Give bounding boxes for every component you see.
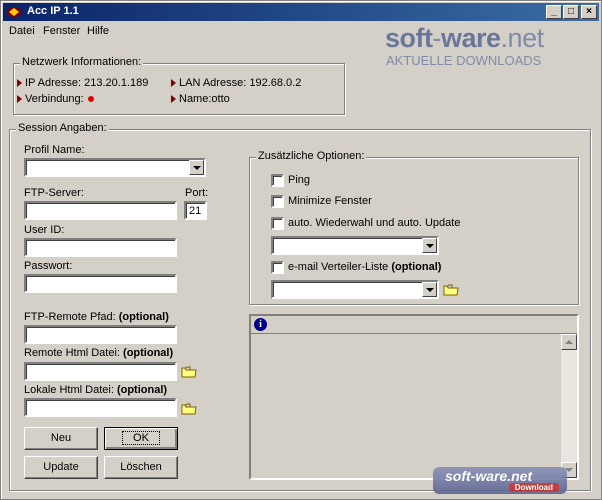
remote-path-label: FTP-Remote Pfad:	[24, 311, 116, 323]
auto-redial-label: auto. Wiederwahl und auto. Update	[288, 217, 461, 229]
minimize-button[interactable]: _	[546, 5, 562, 19]
window-title: Acc IP 1.1	[27, 5, 79, 17]
watermark-main: soft-ware.net	[385, 23, 544, 54]
minimize-checkbox[interactable]	[271, 195, 284, 208]
remote-path-label-row: FTP-Remote Pfad: (optional)	[24, 311, 169, 323]
connection-status-icon	[87, 96, 94, 102]
update-button[interactable]: Update	[24, 456, 98, 479]
remote-html-label-row: Remote Html Datei: (optional)	[24, 347, 173, 359]
ok-button[interactable]: OK	[104, 427, 178, 450]
user-id-label: User ID:	[24, 224, 65, 236]
ip-label: IP Adresse:	[25, 77, 82, 89]
watermark-badge-text: soft-ware.net	[445, 468, 533, 484]
ok-button-label: OK	[122, 431, 160, 445]
network-group-label: Netzwerk Informationen:	[20, 56, 144, 68]
new-button[interactable]: Neu	[24, 427, 98, 450]
watermark-badge-sub: Download	[508, 483, 559, 492]
watermark-subtitle: AKTUELLE DOWNLOADS	[386, 53, 542, 68]
port-input[interactable]	[184, 201, 207, 220]
info-panel: i	[249, 314, 579, 480]
ip-address-row: IP Adresse: 213.20.1.189	[17, 77, 148, 89]
folder-browse-icon[interactable]	[443, 283, 459, 296]
arrow-icon	[17, 79, 22, 87]
email-list-label: e-mail Verteiler-Liste	[288, 261, 389, 273]
email-list-select[interactable]	[271, 280, 439, 299]
lan-label: LAN Adresse:	[179, 77, 247, 89]
email-list-label-row: e-mail Verteiler-Liste (optional)	[288, 261, 441, 273]
arrow-icon	[171, 79, 176, 87]
ftp-server-input[interactable]	[24, 201, 177, 220]
remote-html-optional: (optional)	[123, 347, 174, 359]
maximize-button[interactable]: □	[563, 5, 579, 19]
ftp-server-label: FTP-Server:	[24, 187, 84, 199]
watermark-logo: soft-ware.net AKTUELLE DOWNLOADS	[385, 23, 597, 71]
profile-select[interactable]	[24, 158, 206, 177]
menu-hilfe[interactable]: Hilfe	[87, 25, 109, 37]
options-group-label: Zusätzliche Optionen:	[256, 150, 367, 162]
title-bar[interactable]: Acc IP 1.1 _ □ ×	[3, 3, 599, 21]
arrow-icon	[171, 95, 176, 103]
menu-fenster[interactable]: Fenster	[43, 25, 80, 37]
arrow-icon	[17, 95, 22, 103]
dropdown-arrow-icon[interactable]	[422, 282, 437, 297]
info-panel-header: i	[251, 316, 577, 334]
minimize-label: Minimize Fenster	[288, 195, 372, 207]
app-logo-icon	[7, 7, 21, 17]
info-icon: i	[254, 318, 267, 331]
connection-label: Verbindung:	[25, 93, 84, 105]
local-html-input[interactable]	[24, 398, 177, 417]
menu-datei[interactable]: Datei	[9, 25, 35, 37]
ip-value: 213.20.1.189	[84, 77, 149, 89]
info-scrollbar[interactable]	[561, 334, 577, 478]
password-input[interactable]	[24, 274, 177, 293]
watermark-sep: -	[432, 23, 442, 53]
remote-path-input[interactable]	[24, 325, 177, 344]
local-html-optional: (optional)	[116, 384, 168, 396]
local-html-label: Lokale Html Datei:	[24, 384, 114, 396]
lan-address-row: LAN Adresse: 192.68.0.2	[171, 77, 301, 89]
profile-label: Profil Name:	[24, 144, 85, 156]
close-button[interactable]: ×	[581, 5, 597, 19]
delete-button[interactable]: Löschen	[104, 456, 178, 479]
connection-row: Verbindung:	[17, 93, 94, 105]
user-id-input[interactable]	[24, 238, 177, 257]
remote-html-label: Remote Html Datei:	[24, 347, 120, 359]
watermark-part-soft: soft	[385, 23, 433, 53]
remote-path-optional: (optional)	[118, 311, 169, 323]
watermark-part-ware: ware	[441, 23, 501, 53]
local-html-label-row: Lokale Html Datei: (optional)	[24, 384, 167, 396]
email-list-optional: (optional)	[391, 261, 442, 273]
folder-browse-icon[interactable]	[181, 365, 197, 378]
remote-html-input[interactable]	[24, 362, 177, 381]
folder-browse-icon[interactable]	[181, 402, 197, 415]
password-label: Passwort:	[24, 260, 73, 272]
watermark-part-net: .net	[500, 23, 545, 53]
info-text-area[interactable]	[253, 335, 561, 476]
port-label: Port:	[185, 187, 209, 199]
ping-checkbox[interactable]	[271, 174, 284, 187]
name-value: otto	[211, 93, 230, 105]
watermark-badge: soft-ware.net Download	[433, 467, 567, 494]
name-row: Name:otto	[171, 93, 230, 105]
scroll-up-icon[interactable]	[561, 334, 577, 350]
dropdown-arrow-icon[interactable]	[189, 160, 204, 175]
redial-select[interactable]	[271, 236, 439, 255]
ping-label: Ping	[288, 174, 311, 186]
lan-value: 192.68.0.2	[249, 77, 302, 89]
name-label: Name:	[179, 93, 212, 105]
dropdown-arrow-icon[interactable]	[422, 238, 437, 253]
app-window: Acc IP 1.1 _ □ × Datei Fenster Hilfe sof…	[0, 0, 602, 500]
email-list-checkbox[interactable]	[271, 261, 284, 274]
network-info-group: Netzwerk Informationen:	[13, 56, 345, 115]
session-group-label: Session Angaben:	[16, 122, 109, 134]
auto-redial-checkbox[interactable]	[271, 217, 284, 230]
